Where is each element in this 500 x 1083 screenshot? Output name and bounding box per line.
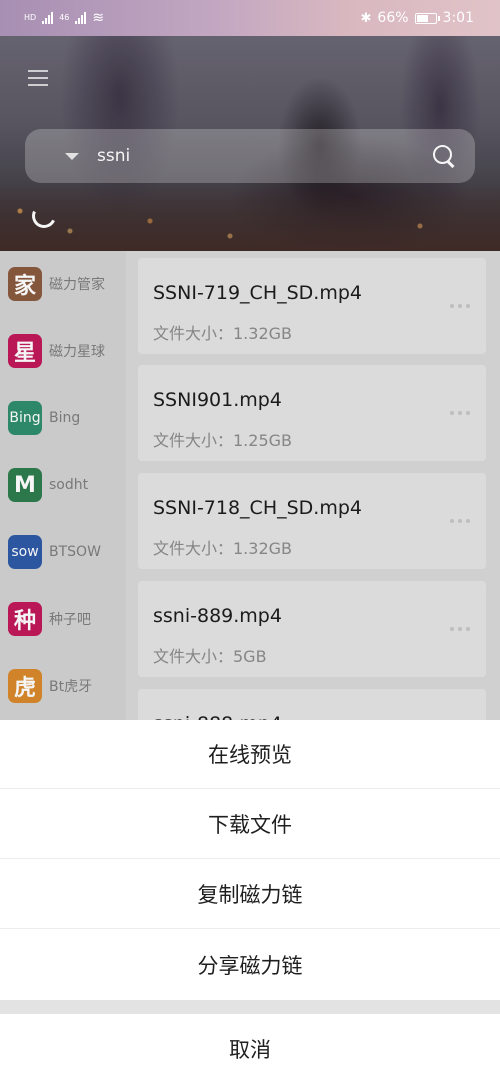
result-title: ssni-889.mp4 [153, 605, 282, 627]
more-icon[interactable] [450, 304, 470, 308]
status-left: HD 46 ≋ [24, 10, 104, 26]
sidebar-item-label: sodht [49, 477, 89, 493]
engine-badge-icon: 星 [8, 334, 42, 368]
result-title: SSNI901.mp4 [153, 389, 282, 411]
engine-badge-icon: Bing [8, 401, 42, 435]
sidebar-item-bthuya[interactable]: 虎 Bt虎牙 [8, 666, 92, 706]
result-size: 文件大小：5GB [153, 647, 267, 666]
search-bar[interactable]: ssni [25, 129, 475, 183]
result-item[interactable]: SSNI-718_CH_SD.mp4 文件大小：1.32GB [138, 473, 486, 569]
sidebar-item-label: 磁力星球 [49, 344, 105, 360]
result-size: 文件大小：1.32GB [153, 539, 293, 558]
sheet-divider [0, 1000, 500, 1014]
signal-icon [42, 12, 54, 24]
header-background: ssni [0, 36, 500, 251]
sidebar-item-label: Bing [49, 410, 81, 426]
background-city [0, 181, 500, 251]
search-input[interactable]: ssni [97, 146, 431, 166]
engine-dropdown-icon[interactable] [65, 152, 79, 160]
result-title: SSNI-718_CH_SD.mp4 [153, 497, 362, 519]
copy-magnet-option[interactable]: 复制磁力链 [0, 860, 500, 929]
result-size: 文件大小：1.25GB [153, 431, 293, 450]
network-type: 46 [59, 13, 70, 22]
result-item[interactable]: ssni-889.mp4 文件大小：5GB [138, 581, 486, 677]
more-icon[interactable] [450, 411, 470, 415]
share-magnet-option[interactable]: 分享磁力链 [0, 930, 500, 999]
status-right: ✱ 66% 3:01 [361, 10, 474, 26]
sidebar-item-label: Bt虎牙 [49, 679, 93, 695]
result-item[interactable]: SSNI-719_CH_SD.mp4 文件大小：1.32GB [138, 258, 486, 354]
sidebar-item-cilixingqiu[interactable]: 星 磁力星球 [8, 331, 105, 371]
sidebar-item-label: 种子吧 [49, 612, 91, 628]
engine-badge-icon: 虎 [8, 669, 42, 703]
status-bar: HD 46 ≋ ✱ 66% 3:01 [0, 0, 500, 36]
result-title: SSNI-719_CH_SD.mp4 [153, 282, 362, 304]
sidebar-item-sodht[interactable]: M sodht [8, 465, 88, 505]
bluetooth-icon: ✱ [360, 10, 372, 26]
sidebar-item-label: BTSOW [49, 544, 101, 560]
search-icon[interactable] [431, 143, 457, 169]
screen: HD 46 ≋ ✱ 66% 3:01 ssni 家 磁力管家 星 磁力星球 Bi… [0, 0, 500, 1083]
more-icon[interactable] [450, 519, 470, 523]
clock: 3:01 [442, 10, 474, 26]
engine-badge-icon: M [8, 468, 42, 502]
online-preview-option[interactable]: 在线预览 [0, 720, 500, 789]
download-file-option[interactable]: 下载文件 [0, 790, 500, 859]
battery-percent: 66% [377, 10, 409, 26]
sidebar-item-ciliguanjia[interactable]: 家 磁力管家 [8, 264, 105, 304]
result-item[interactable]: SSNI901.mp4 文件大小：1.25GB [138, 365, 486, 461]
more-icon[interactable] [450, 627, 470, 631]
sidebar-item-btsow[interactable]: sow BTSOW [8, 532, 101, 572]
sidebar-item-zhongziba[interactable]: 种 种子吧 [8, 599, 91, 639]
sidebar-item-bing[interactable]: Bing Bing [8, 398, 80, 438]
engine-badge-icon: 家 [8, 267, 42, 301]
action-sheet: 在线预览 下载文件 复制磁力链 分享磁力链 取消 [0, 720, 500, 1083]
hd-indicator: HD [24, 13, 37, 22]
signal-icon-2 [75, 12, 87, 24]
menu-icon[interactable] [28, 70, 48, 86]
engine-badge-icon: 种 [8, 602, 42, 636]
cancel-button[interactable]: 取消 [0, 1014, 500, 1083]
battery-icon [414, 12, 440, 24]
wifi-icon: ≋ [92, 10, 105, 26]
result-size: 文件大小：1.32GB [153, 324, 293, 343]
sidebar-item-label: 磁力管家 [49, 277, 105, 293]
engine-badge-icon: sow [8, 535, 42, 569]
